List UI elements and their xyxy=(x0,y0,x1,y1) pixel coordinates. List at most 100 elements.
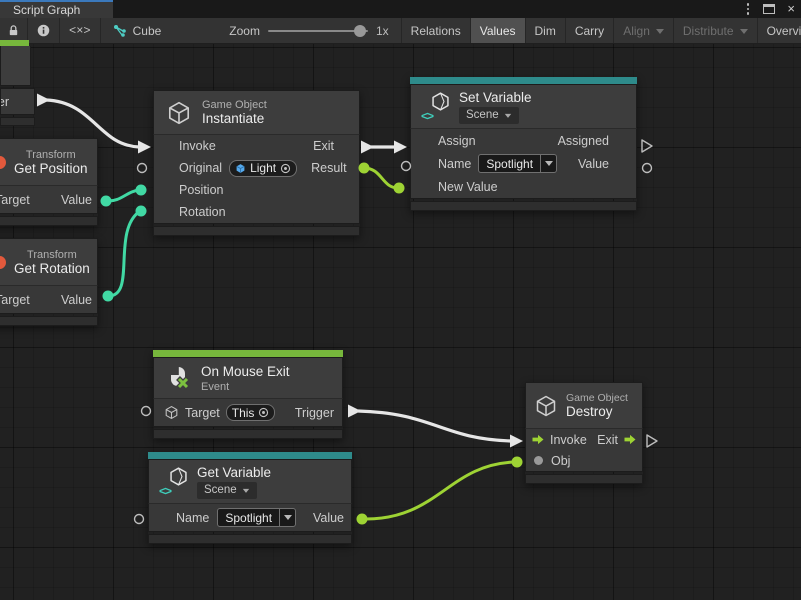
more-menu-icon[interactable] xyxy=(745,1,752,17)
tab-script-graph[interactable]: Script Graph xyxy=(0,0,113,18)
transform-icon xyxy=(0,156,6,169)
port-label-assign[interactable]: Assign xyxy=(438,134,476,148)
graph-canvas[interactable] xyxy=(0,44,801,600)
node-header xyxy=(0,46,31,86)
port-label-value[interactable]: Value xyxy=(61,193,92,207)
node-body: Trigger xyxy=(0,88,35,115)
port-label-result[interactable]: Result xyxy=(311,161,346,175)
port-label-rotation[interactable]: Rotation xyxy=(179,205,226,219)
object-picker-icon[interactable] xyxy=(280,163,291,174)
maximize-icon[interactable] xyxy=(763,4,775,14)
node-title: Get Rotation xyxy=(14,261,90,276)
toolbar-button-align[interactable]: Align xyxy=(614,18,674,43)
node-footer xyxy=(153,226,360,236)
lock-icon xyxy=(7,24,20,37)
port-label-value[interactable]: Value xyxy=(578,157,609,171)
node-footer xyxy=(525,474,643,484)
window-controls: × xyxy=(745,0,795,18)
port-label-name[interactable]: Name xyxy=(176,511,209,525)
game-object-cube-icon xyxy=(164,405,179,420)
node-on-mouse-exit[interactable]: On Mouse Exit Event Target This Trigger xyxy=(153,350,343,439)
chevron-down-icon xyxy=(740,29,748,38)
variable-icon: <> xyxy=(421,91,451,123)
node-footer xyxy=(0,216,98,226)
port-label-invoke[interactable]: Invoke xyxy=(179,139,216,153)
node-title: Instantiate xyxy=(202,111,264,126)
node-footer xyxy=(0,316,98,326)
port-label-value[interactable]: Value xyxy=(313,511,344,525)
toolbar-button-carry[interactable]: Carry xyxy=(566,18,614,43)
toolbar-button-distribute[interactable]: Distribute xyxy=(674,18,758,43)
variable-scope-dropdown[interactable]: Scene xyxy=(197,482,257,499)
mouse-exit-icon xyxy=(164,364,192,392)
port-label-trigger: Trigger xyxy=(0,95,9,109)
port-label-assigned[interactable]: Assigned xyxy=(558,134,609,148)
node-footer xyxy=(148,534,352,544)
zoom-slider[interactable] xyxy=(268,30,368,32)
transform-icon xyxy=(0,256,6,269)
code-brackets-icon: <×> xyxy=(69,24,91,38)
port-label-target[interactable]: Target xyxy=(185,406,220,420)
node-get-variable[interactable]: <> Get Variable Scene Name Spotlight Val… xyxy=(148,452,352,544)
node-category: Transform xyxy=(14,249,90,261)
zoom-slider-handle[interactable] xyxy=(354,25,366,37)
variable-icon: <> xyxy=(159,466,189,498)
port-label-exit[interactable]: Exit xyxy=(597,433,618,447)
node-title: Get Position xyxy=(14,161,88,176)
node-get-rotation[interactable]: Transform Get Rotation Target Value xyxy=(0,238,98,326)
node-instantiate[interactable]: Game Object Instantiate Invoke Exit Orig… xyxy=(153,90,360,236)
game-object-cube-icon xyxy=(534,394,558,418)
variable-name-dropdown[interactable]: Spotlight xyxy=(478,154,557,173)
dropdown-button[interactable] xyxy=(279,509,295,526)
game-object-icon xyxy=(235,163,246,174)
port-label-position[interactable]: Position xyxy=(179,183,223,197)
object-field-value: Light xyxy=(250,161,276,175)
object-field-target[interactable]: This xyxy=(226,404,276,421)
variable-name-dropdown[interactable]: Spotlight xyxy=(217,508,296,527)
zoom-value: 1x xyxy=(376,24,389,38)
object-field-value: This xyxy=(232,406,255,420)
close-icon[interactable]: × xyxy=(787,4,795,14)
object-picker-icon[interactable] xyxy=(258,407,269,418)
port-label-target[interactable]: Target xyxy=(0,193,30,207)
show-code-button[interactable]: <×> xyxy=(60,18,101,43)
node-footer xyxy=(153,429,343,439)
toolbar-button-relations[interactable]: Relations xyxy=(402,18,471,43)
port-label-invoke[interactable]: Invoke xyxy=(550,433,587,447)
node-get-position[interactable]: Transform Get Position Target Value xyxy=(0,138,98,226)
info-button[interactable] xyxy=(28,18,60,43)
node-destroy[interactable]: Game Object Destroy Invoke Exit Obj xyxy=(525,382,643,484)
object-field-original[interactable]: Light xyxy=(229,160,297,177)
flow-out-port-icon[interactable] xyxy=(623,434,637,445)
value-port-icon[interactable] xyxy=(534,456,543,465)
port-label-value[interactable]: Value xyxy=(61,293,92,307)
chevron-down-icon xyxy=(284,515,292,524)
toolbar-button-values[interactable]: Values xyxy=(471,18,526,43)
chevron-down-icon xyxy=(656,29,664,38)
variable-stripe xyxy=(410,77,637,84)
toolbar-button-overview[interactable]: Overview xyxy=(758,18,801,43)
node-set-variable[interactable]: <> Set Variable Scene Assign Assigned Na… xyxy=(410,77,637,211)
node-title: Destroy xyxy=(566,404,613,419)
variable-scope-dropdown[interactable]: Scene xyxy=(459,107,519,124)
node-footer xyxy=(0,117,35,126)
port-label-exit[interactable]: Exit xyxy=(313,139,334,153)
tab-label: Script Graph xyxy=(13,3,80,17)
port-label-name[interactable]: Name xyxy=(438,157,471,171)
event-stripe xyxy=(153,350,343,357)
node-title: Get Variable xyxy=(197,465,271,480)
toolbar-button-dim[interactable]: Dim xyxy=(526,18,566,43)
flow-in-port-icon[interactable] xyxy=(531,434,545,445)
port-label-original[interactable]: Original xyxy=(179,161,222,175)
port-label-obj[interactable]: Obj xyxy=(551,454,570,468)
zoom-label: Zoom xyxy=(229,24,260,38)
graph-breadcrumb[interactable]: Cube xyxy=(101,18,174,43)
variable-stripe xyxy=(148,452,352,459)
dropdown-button[interactable] xyxy=(540,155,556,172)
script-graph-window: Script Graph × <×> Cube xyxy=(0,0,801,600)
port-label-new-value[interactable]: New Value xyxy=(438,180,498,194)
node-category: Game Object xyxy=(566,392,628,404)
port-label-trigger[interactable]: Trigger xyxy=(295,406,334,420)
port-label-target[interactable]: Target xyxy=(0,293,30,307)
chevron-down-icon xyxy=(504,113,510,120)
